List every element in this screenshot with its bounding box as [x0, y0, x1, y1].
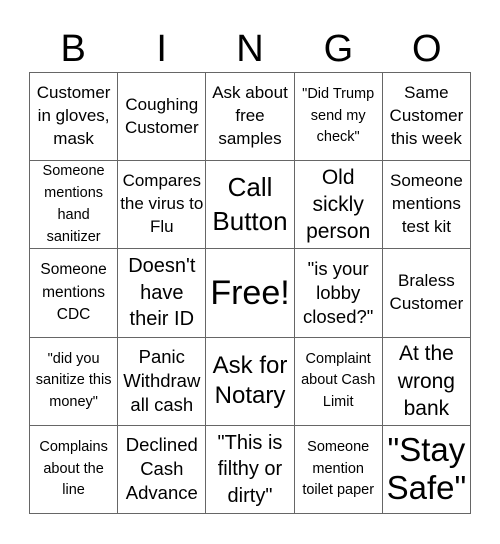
bingo-cell[interactable]: Customer in gloves, mask: [30, 73, 119, 162]
bingo-cell[interactable]: Old sickly person: [294, 161, 383, 250]
bingo-cell[interactable]: Complaint about Cash Limit: [294, 337, 383, 426]
bingo-cell[interactable]: Complains about the line: [30, 425, 119, 514]
bingo-cell[interactable]: Same Customer this week: [382, 73, 471, 162]
header-letter-b: B: [60, 28, 86, 70]
bingo-cell[interactable]: Doesn't have their ID: [118, 249, 207, 338]
bingo-header: B I N G O: [29, 26, 471, 72]
bingo-grid: Customer in gloves, mask Coughing Custom…: [29, 72, 471, 514]
header-letter-n: N: [236, 28, 264, 70]
header-letter-g: G: [323, 28, 354, 70]
bingo-cell[interactable]: Braless Customer: [382, 249, 471, 338]
bingo-cell[interactable]: Someone mentions hand sanitizer: [30, 161, 119, 250]
bingo-cell[interactable]: Panic Withdraw all cash: [118, 337, 207, 426]
bingo-cell[interactable]: Ask for Notary: [206, 337, 295, 426]
free-space[interactable]: Free!: [206, 249, 295, 338]
bingo-cell[interactable]: At the wrong bank: [382, 337, 471, 426]
bingo-cell[interactable]: "is your lobby closed?": [294, 249, 383, 338]
bingo-cell[interactable]: Someone mentions CDC: [30, 249, 119, 338]
bingo-cell[interactable]: Someone mention toilet paper: [294, 425, 383, 514]
bingo-cell[interactable]: "Stay Safe": [382, 425, 471, 514]
bingo-cell[interactable]: "This is filthy or dirty": [206, 425, 295, 514]
bingo-cell[interactable]: Declined Cash Advance: [118, 425, 207, 514]
bingo-cell[interactable]: Coughing Customer: [118, 73, 207, 162]
bingo-cell[interactable]: Call Button: [206, 161, 295, 250]
bingo-cell[interactable]: Compares the virus to Flu: [118, 161, 207, 250]
bingo-cell[interactable]: Ask about free samples: [206, 73, 295, 162]
header-letter-o: O: [412, 28, 442, 70]
bingo-cell[interactable]: "did you sanitize this money": [30, 337, 119, 426]
bingo-cell[interactable]: Someone mentions test kit: [382, 161, 471, 250]
header-letter-i: I: [156, 28, 167, 70]
bingo-cell[interactable]: "Did Trump send my check": [294, 73, 383, 162]
